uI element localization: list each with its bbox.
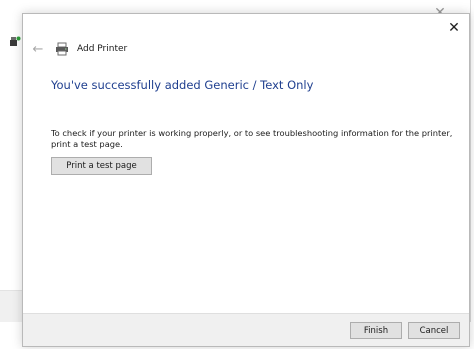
back-arrow-icon: ← (32, 41, 44, 57)
close-button[interactable]: ✕ (442, 17, 466, 39)
close-icon: ✕ (448, 20, 460, 36)
back-button[interactable]: ← (29, 40, 47, 58)
add-printer-dialog: ✕ ← Add Printer You've successfully adde… (22, 13, 470, 347)
printer-icon (55, 41, 71, 57)
screen: ✕ ✕ ← (0, 0, 474, 349)
background-window-footer (0, 290, 22, 322)
cancel-button[interactable]: Cancel (408, 322, 460, 339)
dialog-title: Add Printer (77, 44, 128, 54)
print-test-page-button[interactable]: Print a test page (51, 157, 152, 175)
printer-icon (9, 33, 21, 46)
finish-button[interactable]: Finish (350, 322, 402, 339)
dialog-footer: Finish Cancel (23, 313, 469, 346)
test-page-info-text: To check if your printer is working prop… (51, 128, 453, 149)
dialog-header: ← Add Printer (29, 39, 128, 59)
success-heading: You've successfully added Generic / Text… (51, 78, 314, 92)
